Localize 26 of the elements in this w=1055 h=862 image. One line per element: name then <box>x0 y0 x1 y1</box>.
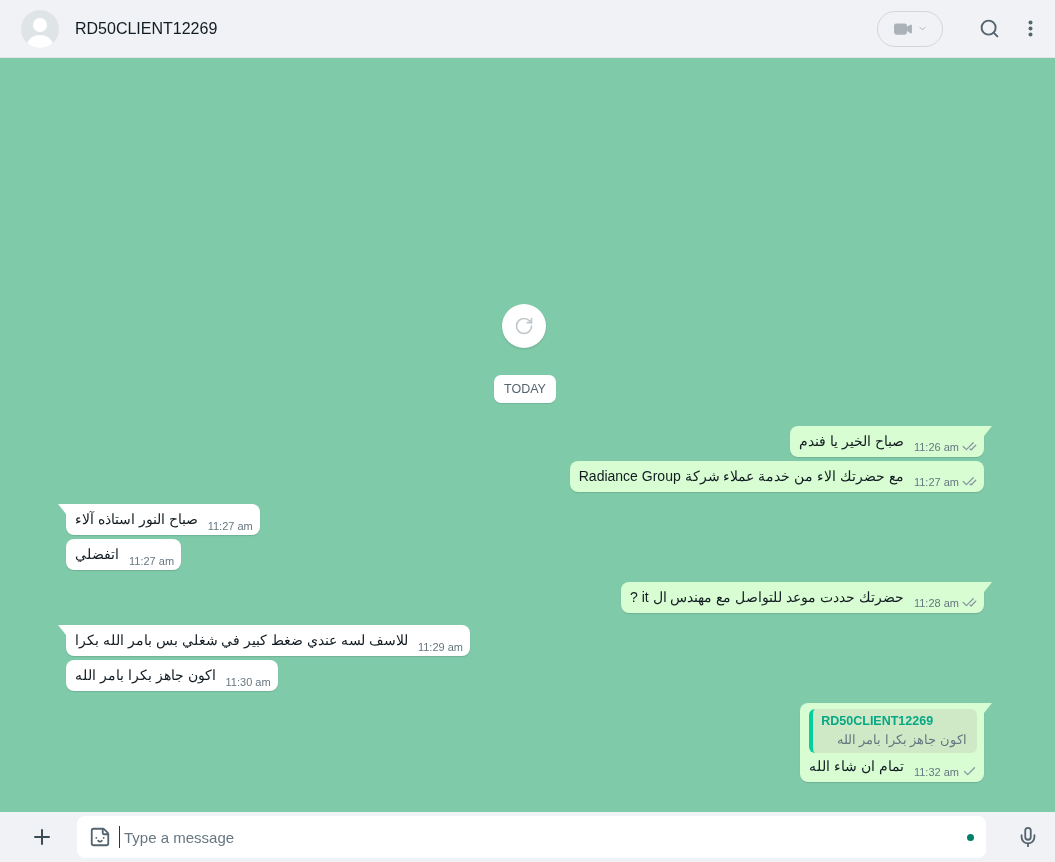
menu-icon <box>1028 20 1033 37</box>
message-text: اكون جاهز بكرا بامر الله <box>75 666 216 685</box>
message-field[interactable]: Type a message <box>77 816 986 858</box>
message-time: 11:28 am <box>913 596 959 609</box>
message-time: 11:30 am <box>225 676 271 688</box>
status-dot <box>967 833 974 841</box>
message-time: 11:32 am <box>913 765 959 778</box>
message-time: 11:27 am <box>129 555 175 567</box>
quote-author: RD50CLIENT12269 <box>821 714 935 728</box>
message-time: 11:27 am <box>913 475 959 488</box>
message-time: 11:29 am <box>417 641 463 653</box>
message-text: حضرتك حددت موعد للتواصل مع مهندس ال it ? <box>630 588 904 607</box>
message-text: للاسف لسه عندي ضغط كبير في شغلي بس بامر الله بكرا <box>75 631 408 650</box>
contact-name: RD50CLIENT12269 <box>75 19 219 38</box>
message-text: صباح النور استاذه آلاء <box>75 510 198 529</box>
message-time: 11:27 am <box>207 520 253 532</box>
date-chip: TODAY <box>494 375 556 403</box>
message-text: اتفضلي <box>75 545 119 564</box>
message-text: تمام ان شاء الله <box>809 757 904 776</box>
sticker-icon <box>89 826 111 848</box>
search-icon <box>979 18 1000 39</box>
quote-text: اكون جاهز بكرا بامر الله <box>836 732 967 747</box>
message-text: مع حضرتك الاء من خدمة عملاء شركة Radiance Group <box>578 467 904 486</box>
reload-icon <box>514 316 534 336</box>
message-text: صباح الخير يا فندم <box>799 432 904 451</box>
message-time: 11:26 am <box>913 440 959 453</box>
